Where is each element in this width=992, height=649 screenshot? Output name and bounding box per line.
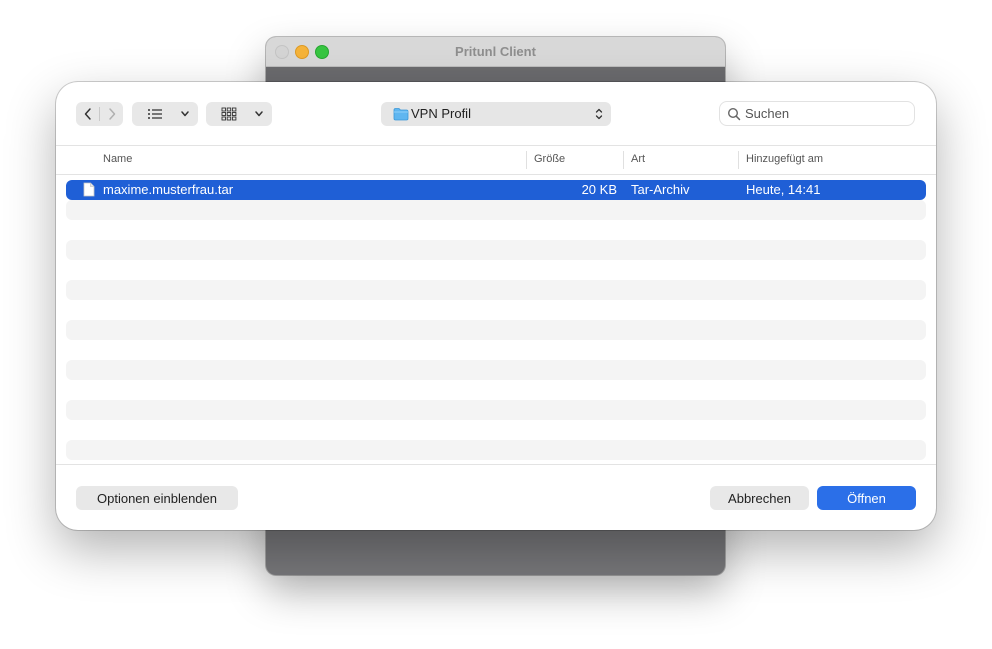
back-button[interactable] (76, 102, 99, 126)
file-date-added: Heute, 14:41 (746, 182, 821, 197)
column-separator[interactable] (738, 151, 739, 169)
search-icon (727, 107, 741, 121)
empty-row (66, 280, 926, 300)
dialog-toolbar: VPN Profil (56, 82, 936, 146)
list-view-icon (140, 102, 170, 126)
grid-view-icon (214, 102, 244, 126)
empty-row (66, 200, 926, 220)
gallery-view-menu[interactable] (206, 102, 272, 126)
chevron-down-icon (178, 102, 192, 126)
open-button[interactable]: Öffnen (817, 486, 916, 510)
column-header-row: Name Größe Art Hinzugefügt am (56, 146, 936, 175)
file-row-selected[interactable]: maxime.musterfrau.tar 20 KB Tar-Archiv H… (66, 180, 926, 200)
location-label: VPN Profil (411, 106, 471, 121)
column-separator[interactable] (526, 151, 527, 169)
empty-row (66, 400, 926, 420)
column-separator[interactable] (623, 151, 624, 169)
chevron-down-icon (252, 102, 266, 126)
column-header-kind[interactable]: Art (631, 153, 645, 165)
column-header-name[interactable]: Name (103, 153, 132, 165)
show-options-button[interactable]: Optionen einblenden (76, 486, 238, 510)
location-popup[interactable]: VPN Profil (381, 102, 611, 126)
empty-row (66, 440, 926, 460)
column-header-added[interactable]: Hinzugefügt am (746, 153, 823, 165)
list-view-menu[interactable] (132, 102, 198, 126)
file-size: 20 KB (581, 182, 617, 197)
search-field[interactable] (719, 101, 915, 126)
chevron-right-icon (108, 108, 115, 120)
open-file-dialog: VPN Profil Name Größe Art Hinzugefügt am (56, 82, 936, 530)
chevron-left-icon (84, 108, 91, 120)
cancel-button[interactable]: Abbrechen (710, 486, 809, 510)
forward-button[interactable] (100, 102, 123, 126)
navigation-buttons (76, 102, 123, 126)
footer-divider (56, 464, 936, 465)
folder-icon (393, 108, 409, 121)
column-header-size[interactable]: Größe (534, 153, 565, 165)
empty-row (66, 360, 926, 380)
empty-row (66, 240, 926, 260)
window-titlebar: Pritunl Client (266, 37, 725, 67)
file-kind: Tar-Archiv (631, 182, 690, 197)
empty-row (66, 320, 926, 340)
updown-chevron-icon (595, 108, 603, 120)
document-icon (83, 182, 95, 197)
window-title: Pritunl Client (455, 44, 536, 59)
file-name: maxime.musterfrau.tar (103, 182, 234, 197)
search-input[interactable] (745, 104, 905, 122)
